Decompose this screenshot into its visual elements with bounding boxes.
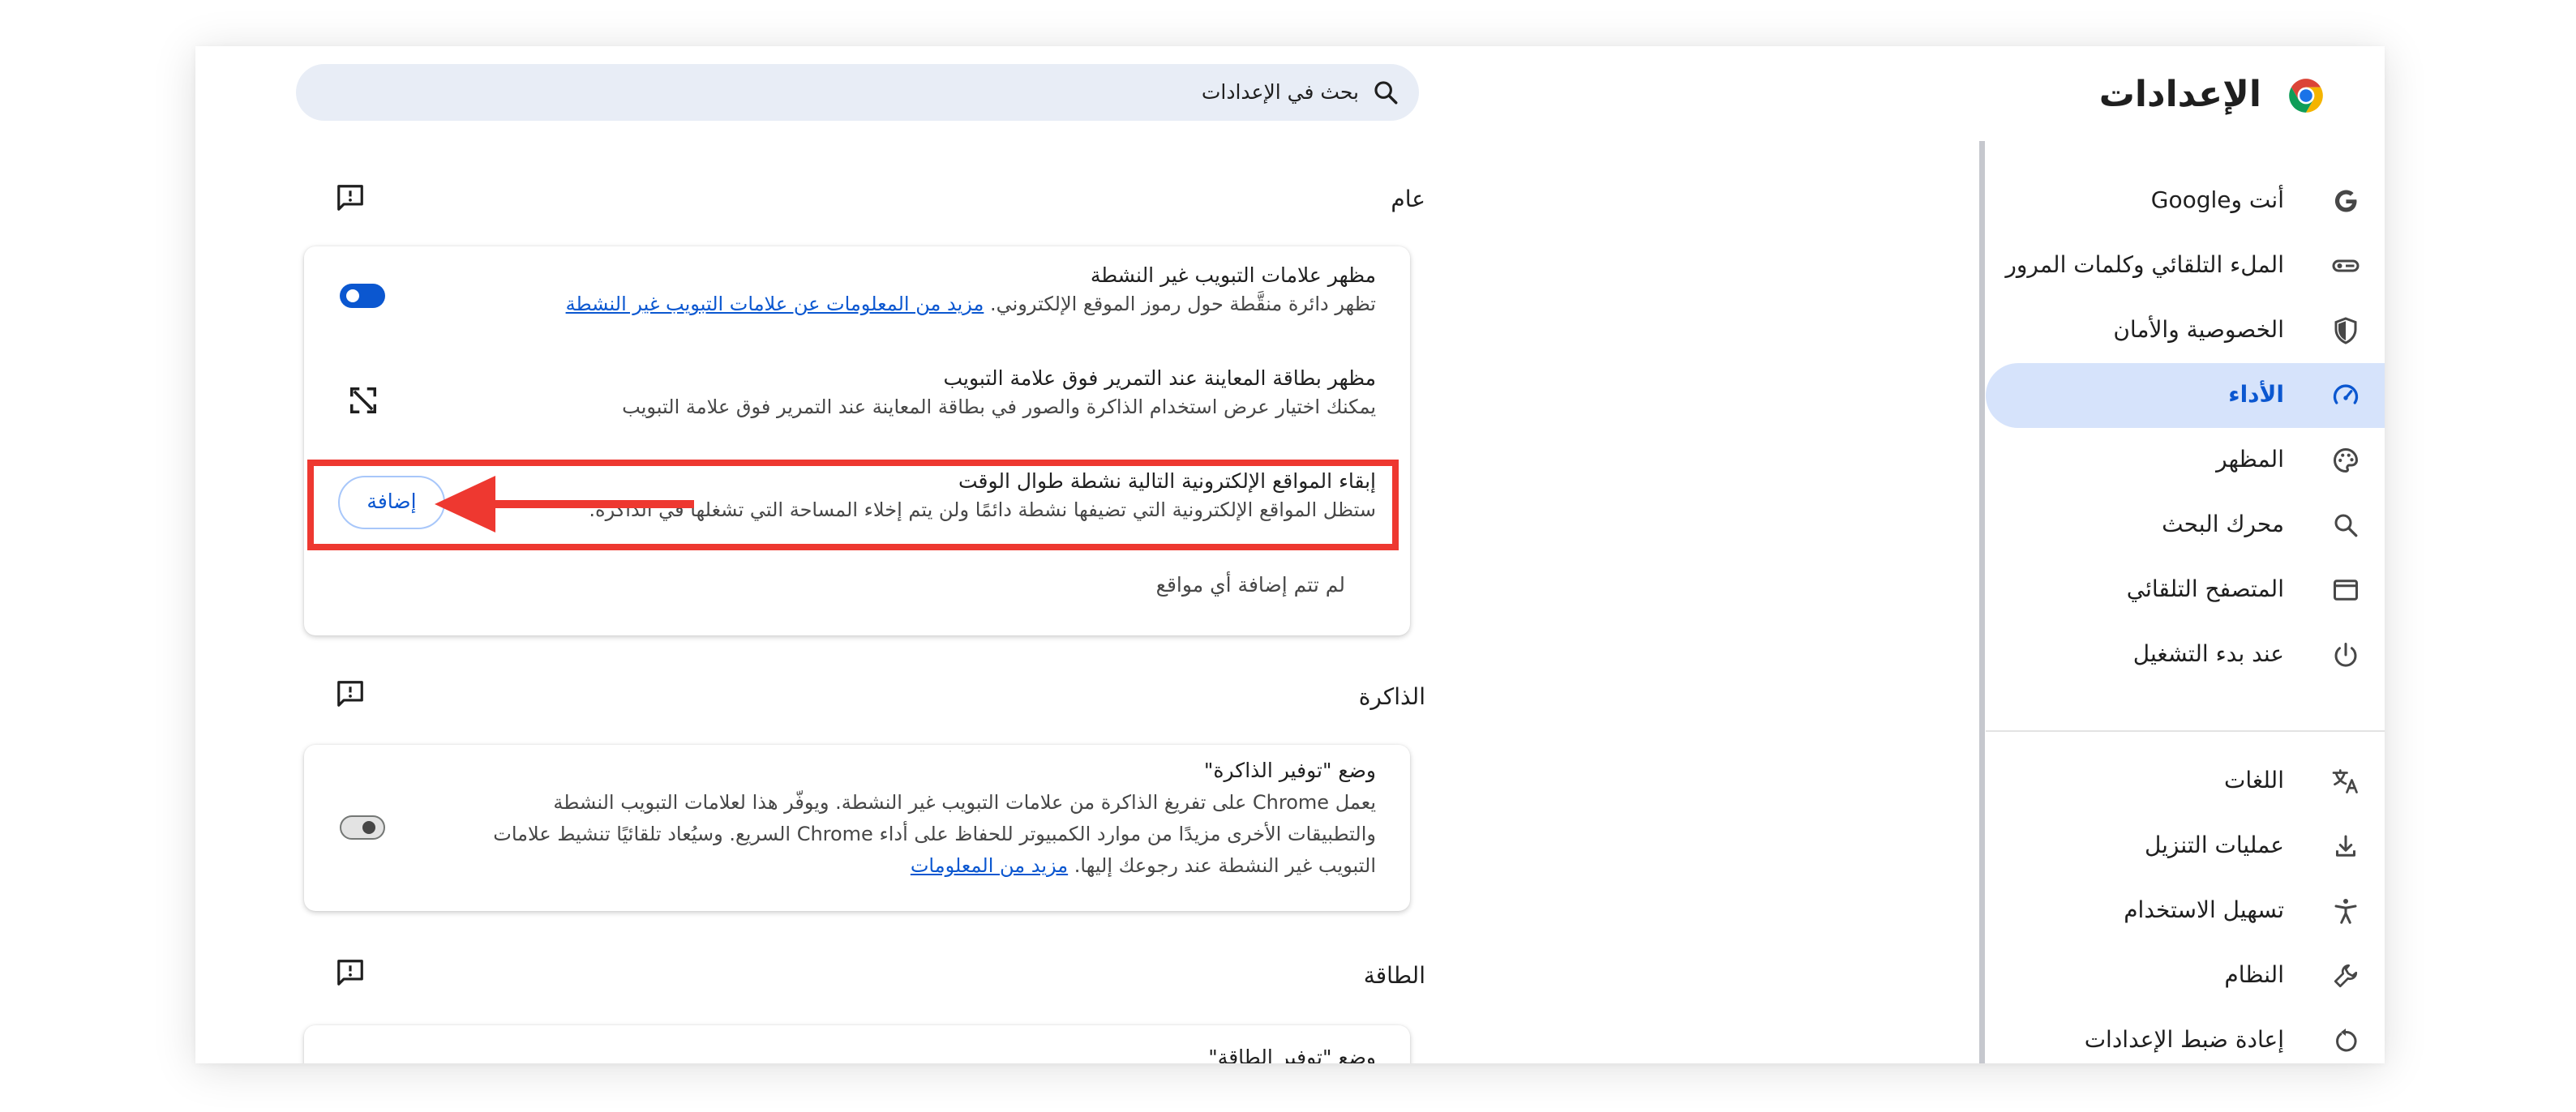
memory-saver-toggle[interactable] [340, 815, 385, 840]
sidebar-item-label: محرك البحث [2162, 511, 2284, 537]
sidebar-item-appearance[interactable]: المظهر [1986, 428, 2385, 493]
reset-icon [2336, 1029, 2357, 1052]
feedback-icon[interactable] [335, 957, 366, 988]
accessibility-icon [2334, 899, 2357, 924]
sidebar-item-downloads[interactable]: عمليات التنزيل [1986, 814, 2385, 879]
search-input[interactable]: بحث في الإعدادات [1202, 78, 1359, 107]
inactive-tabs-learn-more-link[interactable]: مزيد من المعلومات عن علامات التبويب غير … [566, 293, 984, 315]
toggle-knob [346, 289, 359, 302]
sidebar-item-default-browser[interactable]: المتصفح التلقائي [1986, 558, 2385, 622]
memory-settings-card: وضع "توفير الذاكرة" يعمل Chrome على تفري… [304, 745, 1410, 911]
speedometer-icon [2333, 384, 2359, 404]
sidebar-item-label: أنت وGoogle [2150, 186, 2284, 213]
sidebar-item-languages[interactable]: اللغات [1986, 749, 2385, 814]
sidebar-item-label: إعادة ضبط الإعدادات [2084, 1026, 2284, 1053]
general-settings-card: مظهر علامات التبويب غير النشطة تظهر دائر… [304, 246, 1410, 635]
power-icon [2334, 643, 2357, 667]
search-icon [2334, 514, 2358, 537]
sidebar-item-search-engine[interactable]: محرك البحث [1986, 493, 2385, 558]
download-icon [2336, 835, 2355, 857]
chrome-logo-icon [2289, 79, 2323, 113]
sidebar-item-label: اللغات [2224, 767, 2284, 793]
section-title-general: عام [1391, 186, 1425, 212]
sidebar-item-label: المتصفح التلقائي [2126, 575, 2284, 602]
settings-window: الإعدادات بحث في الإعدادات أنت وGoogle ا… [195, 46, 2385, 1063]
sidebar-item-autofill[interactable]: الملء التلقائي وكلمات المرور [1986, 233, 2385, 298]
sidebar-item-label: الملء التلقائي وكلمات المرور [2005, 251, 2284, 278]
google-icon [2334, 190, 2357, 212]
memory-saver-learn-more-link[interactable]: مزيد من المعلومات [911, 854, 1068, 877]
browser-icon [2334, 580, 2358, 601]
wrench-icon [2334, 964, 2358, 988]
open-subpage-icon[interactable] [348, 385, 379, 416]
sidebar-item-label: المظهر [2216, 446, 2284, 473]
hover-preview-description: يمكنك اختيار عرض استخدام الذاكرة والصور … [622, 396, 1376, 418]
sidebar-item-system[interactable]: النظام [1986, 943, 2385, 1008]
sidebar-item-label: عند بدء التشغيل [2132, 640, 2284, 667]
translate-icon [2332, 769, 2358, 793]
energy-saver-title: وضع "توفير الطاقة" [1208, 1046, 1376, 1063]
section-title-energy: الطاقة [1363, 962, 1425, 989]
sidebar-item-label: الخصوصية والأمان [2113, 316, 2284, 343]
inactive-tabs-title: مظهر علامات التبويب غير النشطة [1090, 263, 1376, 287]
feedback-icon[interactable] [335, 678, 366, 709]
sidebar-item-label: النظام [2224, 961, 2284, 988]
memory-saver-description: يعمل Chrome على تفريغ الذاكرة من علامات … [493, 791, 1376, 877]
page-title: الإعدادات [2098, 74, 2261, 115]
empty-sites-message: لم تتم إضافة أي مواقع [1155, 573, 1345, 597]
sidebar-item-you-and-google[interactable]: أنت وGoogle [1986, 169, 2385, 233]
sidebar-item-label: الأداء [2228, 381, 2284, 408]
inactive-tabs-toggle[interactable] [340, 284, 385, 308]
shield-icon [2334, 317, 2357, 344]
sidebar-item-accessibility[interactable]: تسهيل الاستخدام [1986, 879, 2385, 943]
key-icon [2332, 259, 2360, 272]
settings-search[interactable]: بحث في الإعدادات [296, 64, 1419, 121]
sidebar-divider [1979, 141, 1985, 1063]
sidebar-item-reset-settings[interactable]: إعادة ضبط الإعدادات [1986, 1008, 2385, 1063]
palette-icon [2334, 447, 2359, 473]
sidebar-item-privacy[interactable]: الخصوصية والأمان [1986, 298, 2385, 363]
hover-preview-title: مظهر بطاقة المعاينة عند التمرير فوق علام… [943, 366, 1376, 390]
memory-saver-title: وضع "توفير الذاكرة" [1203, 759, 1376, 782]
inactive-tabs-description: تظهر دائرة منقَّطة حول رموز الموقع الإلك… [565, 293, 1376, 315]
sidebar-item-label: تسهيل الاستخدام [2124, 896, 2284, 923]
search-icon [1374, 81, 1398, 105]
energy-settings-card: وضع "توفير الطاقة" [304, 1025, 1410, 1063]
sidebar-separator [1986, 730, 2385, 732]
section-title-memory: الذاكرة [1358, 683, 1425, 710]
annotation-arrow [435, 476, 694, 532]
toggle-knob [362, 821, 375, 834]
sidebar-item-on-startup[interactable]: عند بدء التشغيل [1986, 622, 2385, 687]
feedback-icon[interactable] [335, 182, 366, 213]
sidebar-nav: أنت وGoogle الملء التلقائي وكلمات المرور… [1986, 141, 2385, 1063]
sidebar-item-label: عمليات التنزيل [2144, 832, 2284, 858]
sidebar-item-performance[interactable]: الأداء [1986, 363, 2385, 428]
